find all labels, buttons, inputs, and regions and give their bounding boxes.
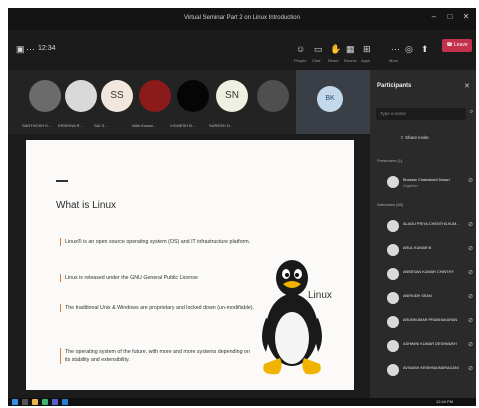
people-icon[interactable]: ☺ bbox=[296, 44, 305, 54]
close-icon[interactable]: ✕ bbox=[460, 13, 472, 21]
windows-start-icon[interactable] bbox=[12, 399, 18, 405]
mic-off-icon: ⊘ bbox=[468, 222, 474, 228]
meeting-toolbar: ▣ ⋯ 12:34 ☺ People ▭ Chat ✋ React ▦ Room… bbox=[8, 30, 476, 70]
meeting-time: 12:34 bbox=[38, 45, 56, 52]
attendee-avatar bbox=[387, 220, 399, 232]
slide-bullet: The traditional Unix & Windows are propr… bbox=[60, 304, 256, 312]
search-icon[interactable]: ⌕ bbox=[470, 109, 473, 116]
self-avatar: BK bbox=[317, 86, 343, 112]
tux-penguin-logo bbox=[262, 260, 322, 375]
attendee-name: ANIRUDH SEAN bbox=[403, 294, 432, 298]
mic-icon[interactable]: ◎ bbox=[405, 44, 413, 54]
rooms-icon[interactable]: ▦ bbox=[346, 44, 355, 54]
participant-avatar bbox=[177, 80, 209, 112]
share-screen-icon[interactable]: ⬆ bbox=[421, 44, 429, 54]
shared-content-stage: What is Linux Linux® is an open source o… bbox=[8, 134, 370, 398]
react-label: React bbox=[328, 58, 339, 63]
participants-panel: Participants ✕ Type a name ⌕ ⇪ Share inv… bbox=[370, 70, 476, 398]
windows-taskbar: 12:44 PM bbox=[8, 398, 476, 406]
participant-avatar bbox=[139, 80, 171, 112]
more-icon[interactable]: ⋯ bbox=[391, 44, 400, 54]
camera-icon[interactable]: ▣ bbox=[16, 44, 25, 54]
mic-off-icon: ⊘ bbox=[468, 270, 474, 276]
share-invite-label: Share invite bbox=[405, 135, 429, 140]
attendee-name: ARUNKUMAR PRABHAKARAN bbox=[403, 318, 458, 322]
title-bar: Virtual Seminar Part 2 on Linux Introduc… bbox=[8, 8, 476, 30]
teams-icon[interactable] bbox=[52, 399, 58, 405]
participant-search-input[interactable]: Type a name bbox=[376, 108, 466, 120]
attendee-name: ANBESAN KUMAR CHINTHY bbox=[403, 270, 454, 274]
participant-avatar: SS bbox=[101, 80, 133, 112]
participant-tile[interactable] bbox=[248, 78, 298, 130]
presenter-avatar bbox=[387, 176, 399, 188]
phone-icon: ☎ bbox=[446, 42, 453, 48]
people-label: People bbox=[294, 58, 307, 63]
attendee-name: AVINASH KRISHNA BAIRAGANI bbox=[403, 366, 459, 370]
attendee-name: ASHWINI KUMAR DESHMUKH bbox=[403, 342, 457, 346]
attendees-section-label: Attendees (65) bbox=[377, 202, 404, 207]
leave-label: Leave bbox=[454, 42, 468, 48]
attendee-name: ALAGU PRIYA CHENTHILKUM... bbox=[403, 222, 460, 226]
attendee-row[interactable]: ANIRUDH SEAN ⊘ bbox=[370, 288, 476, 312]
self-video-tile[interactable]: BK bbox=[296, 70, 370, 134]
close-panel-icon[interactable]: ✕ bbox=[464, 82, 470, 90]
attendee-avatar bbox=[387, 364, 399, 376]
react-icon[interactable]: ✋ bbox=[330, 44, 341, 54]
chat-label: Chat bbox=[312, 58, 321, 63]
outlook-icon[interactable] bbox=[62, 399, 68, 405]
attendee-avatar bbox=[387, 316, 399, 328]
chrome-icon[interactable] bbox=[42, 399, 48, 405]
attendee-row[interactable]: ASHWINI KUMAR DESHMUKH ⊘ bbox=[370, 336, 476, 360]
taskbar-clock: 12:44 PM bbox=[436, 399, 454, 404]
title-rule bbox=[56, 180, 68, 182]
attendee-name: ARUL KUMAR B bbox=[403, 246, 432, 250]
search-taskbar-icon[interactable] bbox=[22, 399, 28, 405]
leave-button[interactable]: ☎ Leave bbox=[442, 39, 472, 52]
attendee-row[interactable]: ANBESAN KUMAR CHINTHY ⊘ bbox=[370, 264, 476, 288]
share-invite-button[interactable]: ⇪ Share invite bbox=[400, 135, 429, 141]
slide-bullet: Linux is released under the GNU General … bbox=[60, 274, 256, 282]
presenter-role: Organizer bbox=[403, 184, 418, 188]
participant-avatar: SN bbox=[216, 80, 248, 112]
minimize-icon[interactable]: – bbox=[428, 13, 440, 21]
attendee-row[interactable]: ARUL KUMAR B ⊘ bbox=[370, 240, 476, 264]
mic-off-icon: ⊘ bbox=[468, 246, 474, 252]
attendee-avatar bbox=[387, 244, 399, 256]
mic-off-icon: ⊘ bbox=[468, 366, 474, 372]
mic-off-icon: ⊘ bbox=[468, 318, 474, 324]
apps-label: Apps bbox=[361, 58, 371, 63]
attendee-row[interactable]: ARUNKUMAR PRABHAKARAN ⊘ bbox=[370, 312, 476, 336]
presenters-section-label: Presenters (1) bbox=[377, 158, 403, 163]
maximize-icon[interactable]: □ bbox=[444, 13, 456, 21]
presenter-row[interactable]: Bhaskar Chakrabarti Dasari Organizer ⊘ bbox=[370, 172, 476, 196]
more-label: More bbox=[389, 58, 399, 63]
linux-logo-text: Linux bbox=[308, 290, 332, 301]
attendee-avatar bbox=[387, 340, 399, 352]
participants-title: Participants bbox=[377, 83, 412, 89]
more-options-icon[interactable]: ⋯ bbox=[26, 44, 35, 54]
teams-meeting-window: Virtual Seminar Part 2 on Linux Introduc… bbox=[8, 8, 476, 406]
slide-bullet: Linux® is an open source operating syste… bbox=[60, 238, 256, 246]
slide-title: What is Linux bbox=[56, 200, 117, 211]
attendee-avatar bbox=[387, 292, 399, 304]
rooms-label: Rooms bbox=[344, 58, 357, 63]
file-explorer-icon[interactable] bbox=[32, 399, 38, 405]
slide-bullet: The operating system of the future, with… bbox=[60, 348, 256, 364]
mic-off-icon: ⊘ bbox=[468, 178, 474, 184]
participant-avatar bbox=[257, 80, 289, 112]
attendee-avatar bbox=[387, 268, 399, 280]
mic-off-icon: ⊘ bbox=[468, 342, 474, 348]
chat-icon[interactable]: ▭ bbox=[314, 44, 323, 54]
share-icon: ⇪ bbox=[400, 135, 404, 140]
attendee-row[interactable]: ALAGU PRIYA CHENTHILKUM... ⊘ bbox=[370, 216, 476, 240]
attendee-row[interactable]: AVINASH KRISHNA BAIRAGANI ⊘ bbox=[370, 360, 476, 384]
window-title: Virtual Seminar Part 2 on Linux Introduc… bbox=[184, 15, 300, 21]
mic-off-icon: ⊘ bbox=[468, 294, 474, 300]
presenter-name: Bhaskar Chakrabarti Dasari bbox=[403, 178, 450, 182]
apps-icon[interactable]: ⊞ bbox=[363, 44, 371, 54]
presentation-slide: What is Linux Linux® is an open source o… bbox=[26, 140, 354, 390]
